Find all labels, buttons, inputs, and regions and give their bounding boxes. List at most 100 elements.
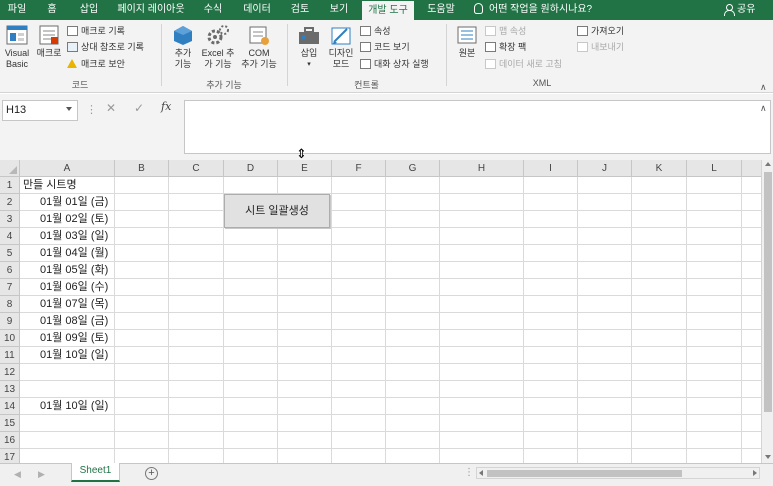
- import-button[interactable]: 가져오기: [577, 26, 624, 37]
- row-header-8[interactable]: 8: [0, 296, 20, 313]
- prev-sheet-icon[interactable]: ◀: [14, 469, 21, 480]
- design-mode-button[interactable]: 디자인 모드: [326, 24, 356, 70]
- scroll-left-icon[interactable]: [479, 470, 483, 476]
- row-header-11[interactable]: 11: [0, 347, 20, 364]
- row-header-16[interactable]: 16: [0, 432, 20, 449]
- tab-page-layout[interactable]: 페이지 레이아웃: [112, 0, 190, 20]
- share-button[interactable]: 공유: [724, 0, 755, 20]
- macros-button[interactable]: 매크로: [34, 24, 64, 59]
- scroll-right-icon[interactable]: [753, 470, 757, 476]
- insert-function-button[interactable]: fx: [161, 100, 171, 113]
- cell-a10[interactable]: 01월 09일 (토): [40, 330, 108, 347]
- cell-a3[interactable]: 01월 02일 (토): [40, 211, 108, 228]
- column-header-a[interactable]: A: [20, 160, 115, 177]
- export-button[interactable]: 내보내기: [577, 42, 624, 53]
- column-header-g[interactable]: G: [386, 160, 440, 177]
- confirm-entry-button[interactable]: ✓: [134, 101, 144, 115]
- name-box-dropdown-icon[interactable]: [66, 107, 72, 111]
- cell-a2[interactable]: 01월 01일 (금): [40, 194, 108, 211]
- drag-handle-icon[interactable]: ⋮: [86, 103, 97, 116]
- visual-basic-button[interactable]: Visual Basic: [2, 24, 32, 70]
- column-header-b[interactable]: B: [115, 160, 169, 177]
- row-header-1[interactable]: 1: [0, 177, 20, 194]
- cell-a14[interactable]: 01월 10일 (일): [40, 398, 108, 415]
- tab-developer[interactable]: 개발 도구: [362, 1, 414, 20]
- properties-button[interactable]: 속성: [360, 26, 391, 37]
- row-header-9[interactable]: 9: [0, 313, 20, 330]
- view-code-button[interactable]: 코드 보기: [360, 42, 410, 53]
- cell-a1[interactable]: 만들 시트명: [23, 177, 77, 194]
- row-header-15[interactable]: 15: [0, 415, 20, 432]
- expansion-packs-button[interactable]: 확장 팩: [485, 42, 526, 53]
- tab-split-handle-icon[interactable]: ⋮: [464, 467, 474, 478]
- row-header-2[interactable]: 2: [0, 194, 20, 211]
- cell-a7[interactable]: 01월 06일 (수): [40, 279, 108, 296]
- worksheet-grid[interactable]: A B C D E F G H I J K L 1 2 3 4 5 6 7 8 …: [0, 160, 761, 463]
- cell-a4[interactable]: 01월 03일 (일): [40, 228, 108, 245]
- row-header-10[interactable]: 10: [0, 330, 20, 347]
- horizontal-scroll-thumb[interactable]: [487, 470, 682, 477]
- gridline: [20, 363, 761, 364]
- generate-sheets-button[interactable]: 시트 일괄생성: [224, 194, 330, 228]
- cell-a11[interactable]: 01월 10일 (일): [40, 347, 108, 364]
- map-properties-icon: [485, 26, 496, 36]
- excel-addins-button[interactable]: Excel 추 가 기능: [200, 24, 236, 70]
- code-group-label: 코드: [71, 80, 89, 90]
- column-header-d[interactable]: D: [224, 160, 278, 177]
- refresh-data-button[interactable]: 데이터 새로 고침: [485, 59, 562, 70]
- column-header-h[interactable]: H: [440, 160, 524, 177]
- vertical-scrollbar[interactable]: [761, 160, 773, 463]
- tab-formulas[interactable]: 수식: [197, 0, 229, 20]
- add-sheet-button[interactable]: +: [145, 467, 158, 480]
- row-header-17[interactable]: 17: [0, 449, 20, 463]
- cell-a8[interactable]: 01월 07일 (목): [40, 296, 108, 313]
- formula-input[interactable]: [184, 100, 771, 154]
- refresh-data-label: 데이터 새로 고침: [499, 59, 562, 69]
- column-header-j[interactable]: J: [578, 160, 632, 177]
- tab-data[interactable]: 데이터: [237, 0, 277, 20]
- xml-source-button[interactable]: 원본: [454, 24, 480, 59]
- column-header-e[interactable]: E: [278, 160, 332, 177]
- row-header-14[interactable]: 14: [0, 398, 20, 415]
- row-header-13[interactable]: 13: [0, 381, 20, 398]
- macro-security-button[interactable]: 매크로 보안: [67, 59, 125, 70]
- column-header-f[interactable]: F: [332, 160, 386, 177]
- row-header-12[interactable]: 12: [0, 364, 20, 381]
- row-header-5[interactable]: 5: [0, 245, 20, 262]
- record-macro-button[interactable]: 매크로 기록: [67, 26, 125, 37]
- column-header-l[interactable]: L: [687, 160, 742, 177]
- addins-button[interactable]: 추가 기능: [168, 24, 198, 70]
- run-dialog-button[interactable]: 대화 상자 실행: [360, 59, 429, 70]
- horizontal-scrollbar[interactable]: [476, 467, 760, 479]
- tab-view[interactable]: 보기: [323, 0, 355, 20]
- relative-reference-button[interactable]: 상대 참조로 기록: [67, 42, 144, 53]
- row-header-6[interactable]: 6: [0, 262, 20, 279]
- row-header-4[interactable]: 4: [0, 228, 20, 245]
- column-header-c[interactable]: C: [169, 160, 224, 177]
- column-header-i[interactable]: I: [524, 160, 578, 177]
- scroll-up-icon[interactable]: [765, 162, 771, 166]
- column-header-k[interactable]: K: [632, 160, 687, 177]
- com-addins-button[interactable]: COM 추가 기능: [238, 24, 280, 70]
- cell-a9[interactable]: 01월 08일 (금): [40, 313, 108, 330]
- collapse-ribbon-icon[interactable]: ∧: [760, 82, 767, 93]
- tell-me-box[interactable]: 어떤 작업을 원하시나요?: [474, 0, 592, 20]
- tab-help[interactable]: 도움말: [421, 0, 461, 20]
- row-header-3[interactable]: 3: [0, 211, 20, 228]
- scroll-down-icon[interactable]: [765, 455, 771, 459]
- tab-home[interactable]: 홈: [38, 0, 66, 20]
- tab-review[interactable]: 검토: [284, 0, 316, 20]
- cancel-entry-button[interactable]: ✕: [106, 101, 116, 115]
- row-header-7[interactable]: 7: [0, 279, 20, 296]
- next-sheet-icon[interactable]: ▶: [38, 469, 45, 480]
- tab-file[interactable]: 파일: [0, 0, 34, 20]
- tab-insert[interactable]: 삽입: [74, 0, 104, 20]
- expand-formula-bar-icon[interactable]: ∧: [760, 103, 767, 114]
- vertical-scroll-thumb[interactable]: [764, 172, 772, 412]
- select-all-corner[interactable]: [0, 160, 20, 177]
- map-properties-button[interactable]: 맵 속성: [485, 26, 526, 37]
- cell-a6[interactable]: 01월 05일 (화): [40, 262, 108, 279]
- insert-control-button[interactable]: 삽입 ▾: [294, 24, 324, 70]
- sheet-tab-sheet1[interactable]: Sheet1: [71, 463, 120, 482]
- cell-a5[interactable]: 01월 04일 (월): [40, 245, 108, 262]
